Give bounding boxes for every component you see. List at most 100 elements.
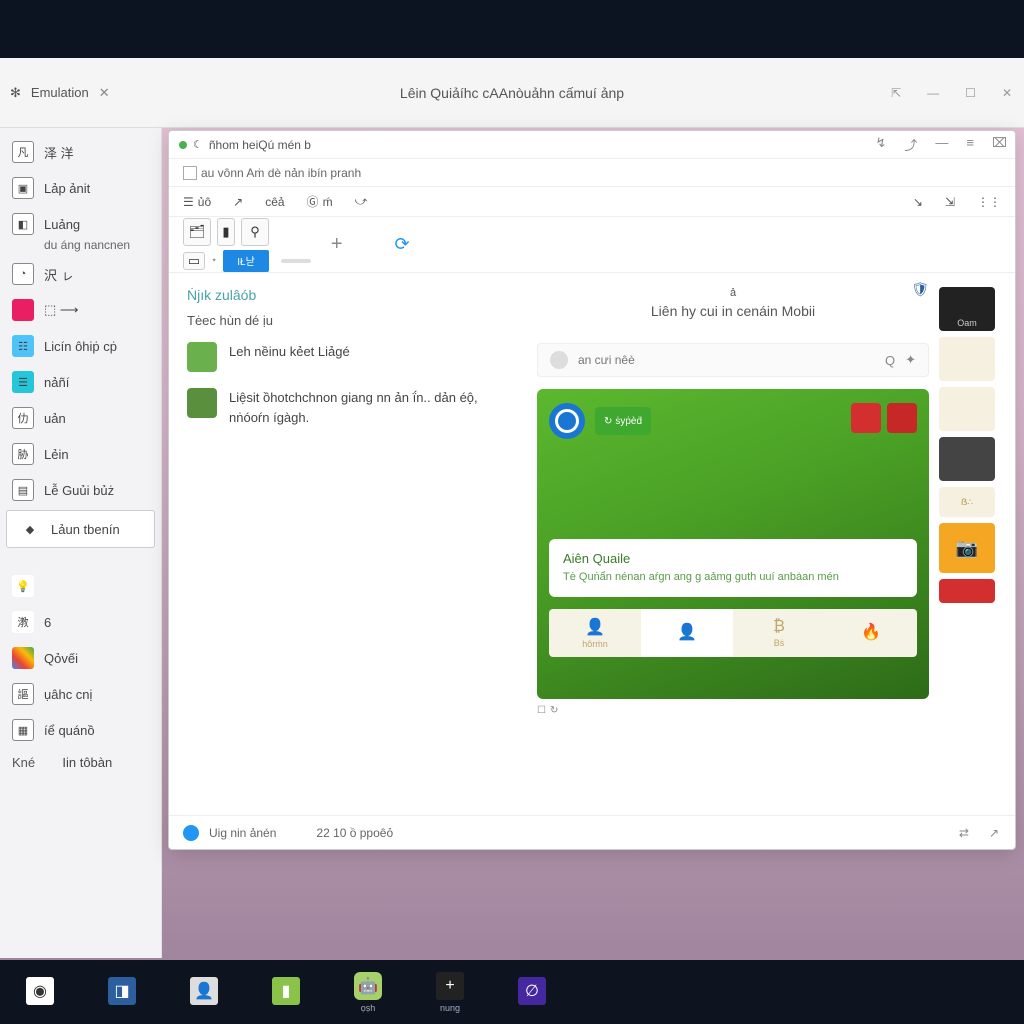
sidebar-item-11[interactable]: 💡	[0, 568, 161, 604]
search-input[interactable]	[578, 353, 875, 367]
menu-item[interactable]: ☰ ủô	[183, 195, 211, 209]
sidebar-item-1[interactable]: ▣Lảp ảnit	[0, 170, 161, 206]
tool-icon[interactable]: ⤴	[904, 135, 917, 154]
breadcrumb-text: au vônn Aṁ dè nản ibín pranh	[201, 166, 361, 180]
sidebar-item-3[interactable]: ◔沢 ㇾ	[0, 256, 161, 292]
status-action-icon[interactable]: ⇄	[959, 826, 969, 840]
list-item-text: Leh nềinu kẻet Liảgé	[229, 342, 350, 362]
menu-icon[interactable]: ≡	[966, 135, 974, 154]
app-badge[interactable]: ↻ ṡyṗèḋ	[595, 407, 651, 435]
sidebar-item-15[interactable]: ▦íể quánồ	[0, 712, 161, 748]
notification-title: Aiên Quaile	[563, 551, 903, 566]
menu-item[interactable]: ↗	[233, 195, 243, 209]
sidebar-item-9[interactable]: ▤Lễ Guủi bủż	[0, 472, 161, 508]
toolbar-icon[interactable]: ▮	[217, 218, 235, 246]
taskbar-app[interactable]: 👤	[190, 977, 218, 1008]
sidebar-item-2-sub: du áng nancnen	[0, 238, 161, 252]
app-icon: 仂	[12, 407, 34, 429]
sidebar-item-0[interactable]: 凡泽 洋	[0, 134, 161, 170]
sidebar-item-5[interactable]: ☷Licín ôhiṗ cṗ	[0, 328, 161, 364]
mobile-tab[interactable]: ₿Bṡ	[733, 609, 825, 657]
plus-icon: +	[436, 972, 464, 1000]
maximize-icon[interactable]: ☐	[965, 86, 976, 100]
promo-badge[interactable]	[887, 403, 917, 433]
section-link-title[interactable]: Ṅjık zulâób	[187, 287, 519, 303]
tool-icon[interactable]: —	[935, 135, 948, 154]
menu-item[interactable]: cêả	[265, 195, 284, 209]
thumbnail[interactable]	[939, 337, 995, 381]
app-icon: ◨	[108, 977, 136, 1005]
thumbnail[interactable]: Oam	[939, 287, 995, 331]
mobile-card: ↻ ṡyṗèḋ Aiên Quaile Tė Quṅẩn nénan aŕgn …	[537, 389, 929, 699]
toolbar-primary-button[interactable]: IŁ낟	[223, 250, 269, 272]
window-title: Lêin Quiảíhc cAAnòuảhn cấmuí ảnp	[400, 85, 624, 101]
sidebar-item-7[interactable]: 仂uản	[0, 400, 161, 436]
tool-icon[interactable]: ↯	[876, 135, 887, 154]
thumbnail[interactable]: 📷	[939, 523, 995, 573]
app-icon: ▤	[12, 479, 34, 501]
menu-icon-right[interactable]: ⇲	[945, 195, 955, 209]
taskbar-app[interactable]: ▮	[272, 977, 300, 1008]
taskbar-app[interactable]: ◨	[108, 977, 136, 1008]
sidebar-item-6[interactable]: ☰nảñí	[0, 364, 161, 400]
close-icon[interactable]: ✕	[1002, 86, 1012, 100]
app-icon	[12, 647, 34, 669]
close-icon[interactable]: ⌧	[992, 135, 1007, 154]
tab-label: Emulation	[31, 85, 89, 100]
window-tab[interactable]: ✻ Emulation ✕	[10, 85, 110, 101]
minimize-icon[interactable]: —	[927, 86, 939, 100]
search-bar[interactable]: Q ✦	[537, 343, 929, 377]
mobile-tab[interactable]: 🔥	[825, 609, 917, 657]
sidebar-item-12[interactable]: 漖6	[0, 604, 161, 640]
close-tab-icon[interactable]: ✕	[99, 85, 110, 101]
sidebar-item-13[interactable]: Qỏvếi	[0, 640, 161, 676]
add-icon[interactable]: +	[331, 233, 343, 256]
app-icon	[12, 299, 34, 321]
mobile-tab[interactable]: 👤hôrṁn	[549, 609, 641, 657]
list-item[interactable]: Liệsit ồhotchchnon giang nn ản ḯn.. dản …	[187, 388, 519, 427]
menu-icon-right[interactable]: ↘	[913, 195, 923, 209]
app-icon: 謳	[12, 683, 34, 705]
toolbar-icon[interactable]: ▭	[183, 252, 205, 270]
thumbnail[interactable]	[939, 437, 995, 481]
status-icon	[183, 825, 199, 841]
notification-card[interactable]: Aiên Quaile Tė Quṅẩn nénan aŕgn ang g aả…	[549, 539, 917, 597]
status-action-icon[interactable]: ↗	[989, 826, 999, 840]
taskbar-app[interactable]: 🤖ọṣh	[354, 972, 382, 1013]
thumbnail[interactable]	[939, 387, 995, 431]
menu-icon-right[interactable]: ⋮⋮	[977, 195, 1001, 209]
app-icon: ▣	[12, 177, 34, 199]
app-logo-icon[interactable]	[549, 403, 585, 439]
settings-icon[interactable]: ✦	[905, 352, 916, 368]
sidebar-item-4[interactable]: ⬚ ⟶	[0, 292, 161, 328]
list-thumb-icon	[187, 342, 217, 372]
menu-item[interactable]: ⤻	[355, 194, 368, 209]
taskbar-app[interactable]: ∅	[518, 977, 546, 1008]
mobile-preview: ả Liên hy cui in cenáin Mobii 🛡 Q ✦ ↻ ṡy…	[537, 287, 929, 815]
app-icon: ☷	[12, 335, 34, 357]
sidebar-item-10[interactable]: ◆Lảun tbenín	[6, 510, 155, 548]
emulator-titlebar[interactable]: ☾ ñhom heiQú mén b ↯ ⤴ — ≡ ⌧	[169, 131, 1015, 159]
refresh-icon[interactable]: ⟳	[395, 234, 410, 255]
toolbar: 🗂 ▮ ⚲ ▭ ⋆ IŁ낟 + ⟳	[169, 217, 1015, 273]
mobile-tab-active[interactable]: 👤	[641, 609, 733, 657]
sidebar-item-8[interactable]: 胁Lẻin	[0, 436, 161, 472]
toolbar-icon[interactable]: ⚲	[241, 218, 269, 246]
taskbar-app[interactable]: +nung	[436, 972, 464, 1013]
toolbar-icon[interactable]: 🗂	[183, 218, 211, 246]
desktop-top-bar	[0, 0, 1024, 58]
thumbnail[interactable]: ẞ∴	[939, 487, 995, 517]
search-icon[interactable]: Q	[885, 353, 895, 368]
sidebar-item-14[interactable]: 謳ụâhc cnị	[0, 676, 161, 712]
win-ctrl-1[interactable]: ⇱	[891, 86, 901, 100]
preview-diacritic: ả	[537, 287, 929, 299]
status-text: Uig nin ảnén	[209, 826, 276, 840]
list-item[interactable]: Leh nềinu kẻet Liảgé	[187, 342, 519, 372]
menu-item[interactable]: Ⓖ ḿ	[307, 193, 333, 210]
emulator-window: ☾ ñhom heiQú mén b ↯ ⤴ — ≡ ⌧ au vônn Aṁ …	[168, 130, 1016, 850]
thumbnail[interactable]	[939, 579, 995, 603]
taskbar-app[interactable]: ◉	[26, 977, 54, 1008]
sidebar-item-16[interactable]: Kné Iin tôbàn	[0, 748, 161, 777]
sidebar-item-2[interactable]: ◧Luảng	[0, 206, 161, 242]
promo-badge[interactable]	[851, 403, 881, 433]
